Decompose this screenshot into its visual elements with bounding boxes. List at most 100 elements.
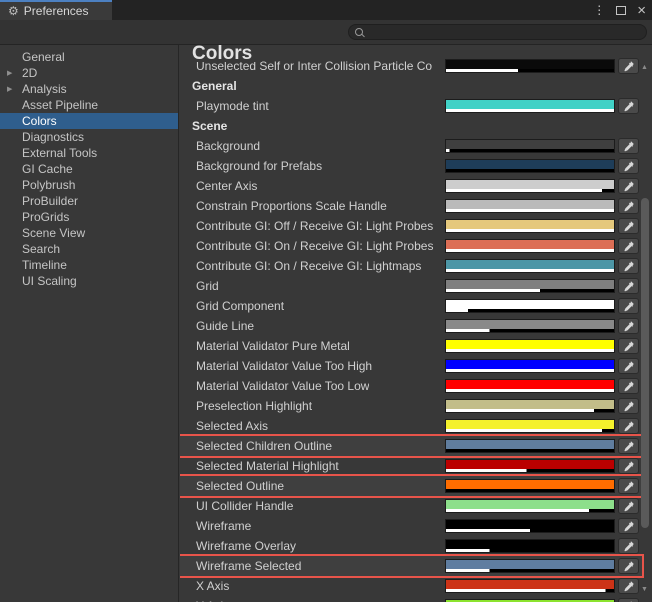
eyedropper-button[interactable] [618,238,639,254]
eyedropper-button[interactable] [618,158,639,174]
color-swatch-alpha-bar [446,349,614,352]
eyedropper-icon [623,321,634,332]
sidebar-item-2d[interactable]: ▶ 2D [0,65,178,81]
eyedropper-button[interactable] [618,478,639,494]
eyedropper-button[interactable] [618,438,639,454]
eyedropper-icon [623,461,634,472]
close-icon[interactable]: × [637,3,646,18]
eyedropper-button[interactable] [618,318,639,334]
color-swatch-alpha-bar [446,469,614,472]
color-swatch[interactable] [445,159,615,173]
eyedropper-button[interactable] [618,278,639,294]
color-swatch[interactable] [445,439,615,453]
color-setting-row: Contribute GI: Off / Receive GI: Light P… [180,216,642,236]
color-setting-row: Material Validator Value Too High [180,356,642,376]
color-setting-row: Selected Material Highlight [180,456,642,476]
eyedropper-button[interactable] [618,338,639,354]
eyedropper-button[interactable] [618,598,639,602]
chevron-right-icon[interactable]: ▶ [7,86,12,93]
sidebar-item-gi-cache[interactable]: GI Cache [0,161,178,177]
eyedropper-button[interactable] [618,358,639,374]
search-box[interactable] [348,24,647,40]
sidebar-item-polybrush[interactable]: Polybrush [0,177,178,193]
color-swatch[interactable] [445,499,615,513]
eyedropper-button[interactable] [618,378,639,394]
sidebar-item-timeline[interactable]: Timeline [0,257,178,273]
eyedropper-button[interactable] [618,498,639,514]
eyedropper-button[interactable] [618,178,639,194]
eyedropper-button[interactable] [618,538,639,554]
color-swatch-alpha-bar [446,309,614,312]
color-swatch-alpha-bar [446,269,614,272]
scrollbar-thumb[interactable] [641,198,649,528]
eyedropper-button[interactable] [618,98,639,114]
color-swatch-alpha-bar [446,529,614,532]
color-swatch[interactable] [445,319,615,333]
eyedropper-button[interactable] [618,258,639,274]
search-input[interactable] [367,26,627,38]
sidebar-item-progrids[interactable]: ProGrids [0,209,178,225]
eyedropper-button[interactable] [618,298,639,314]
sidebar-item-colors[interactable]: Colors [0,113,178,129]
color-swatch[interactable] [445,579,615,593]
chevron-right-icon[interactable]: ▶ [7,70,12,77]
sidebar-item-analysis[interactable]: ▶ Analysis [0,81,178,97]
eyedropper-button[interactable] [618,218,639,234]
color-swatch[interactable] [445,559,615,573]
eyedropper-button[interactable] [618,398,639,414]
color-swatch[interactable] [445,379,615,393]
eyedropper-button[interactable] [618,558,639,574]
color-swatch[interactable] [445,259,615,273]
sidebar-item-label: Diagnostics [22,130,85,144]
scroll-down-icon[interactable]: ▼ [641,586,648,593]
color-swatch[interactable] [445,179,615,193]
sidebar-item-search[interactable]: Search [0,241,178,257]
scroll-up-icon[interactable]: ▲ [641,64,648,71]
color-swatch[interactable] [445,199,615,213]
color-swatch[interactable] [445,279,615,293]
eyedropper-icon [623,141,634,152]
maximize-icon[interactable] [616,5,627,15]
eyedropper-button[interactable] [618,138,639,154]
eyedropper-button[interactable] [618,518,639,534]
color-swatch[interactable] [445,479,615,493]
color-swatch[interactable] [445,99,615,113]
color-swatch[interactable] [445,139,615,153]
eyedropper-button[interactable] [618,458,639,474]
sidebar-item-scene-view[interactable]: Scene View [0,225,178,241]
color-swatch[interactable] [445,59,615,73]
color-setting-label: Material Validator Value Too Low [196,379,370,393]
sidebar-item-label: GI Cache [22,162,73,176]
color-setting-row: Guide Line [180,316,642,336]
sidebar-item-general[interactable]: General [0,49,178,65]
color-setting-label: Contribute GI: Off / Receive GI: Light P… [196,219,434,233]
color-swatch-value [446,260,614,269]
color-swatch-alpha-bar [446,369,614,372]
color-setting-label: Wireframe Overlay [196,539,297,553]
color-swatch[interactable] [445,539,615,553]
eyedropper-button[interactable] [618,418,639,434]
color-swatch[interactable] [445,359,615,373]
sidebar-item-external-tools[interactable]: External Tools [0,145,178,161]
color-swatch[interactable] [445,399,615,413]
color-swatch-alpha-bar [446,169,614,172]
eyedropper-icon [623,341,634,352]
color-swatch[interactable] [445,459,615,473]
sidebar-item-diagnostics[interactable]: Diagnostics [0,129,178,145]
color-swatch[interactable] [445,239,615,253]
color-swatch[interactable] [445,299,615,313]
color-setting-label: General [192,79,237,93]
color-swatch[interactable] [445,419,615,433]
sidebar-item-asset-pipeline[interactable]: Asset Pipeline [0,97,178,113]
sidebar-item-probuilder[interactable]: ProBuilder [0,193,178,209]
kebab-menu-icon[interactable]: ⋮ [593,4,605,16]
color-swatch[interactable] [445,519,615,533]
eyedropper-button[interactable] [618,58,639,74]
eyedropper-button[interactable] [618,578,639,594]
sidebar-item-ui-scaling[interactable]: UI Scaling [0,273,178,289]
color-swatch[interactable] [445,339,615,353]
sidebar-item-label: Asset Pipeline [22,98,99,112]
eyedropper-button[interactable] [618,198,639,214]
color-swatch[interactable] [445,219,615,233]
preferences-tab[interactable]: ⚙ Preferences [0,0,112,20]
